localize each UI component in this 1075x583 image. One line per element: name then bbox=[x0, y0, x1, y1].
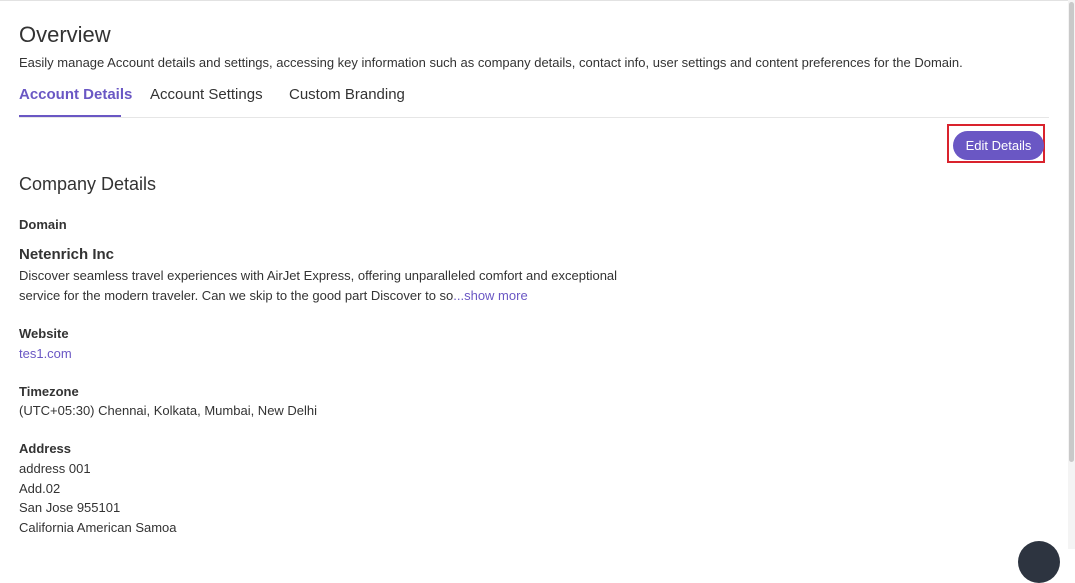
address-line: San Jose 955101 bbox=[19, 500, 121, 515]
tab-custom-branding[interactable]: Custom Branding bbox=[289, 86, 405, 104]
timezone-label: Timezone bbox=[19, 384, 79, 399]
company-details-heading: Company Details bbox=[19, 174, 157, 194]
address-label: Address bbox=[19, 441, 72, 456]
tab-account-details[interactable]: Account Details bbox=[19, 86, 132, 104]
edit-details-button[interactable]: Edit Details bbox=[953, 131, 1044, 160]
tab-account-settings[interactable]: Account Settings bbox=[150, 86, 263, 104]
vertical-scrollbar[interactable] bbox=[1068, 0, 1075, 549]
scrollbar-thumb[interactable] bbox=[1069, 2, 1074, 462]
website-label: Website bbox=[19, 326, 69, 341]
description-line-2: service for the modern traveler. Can we … bbox=[19, 288, 454, 303]
company-description: Discover seamless travel experiences wit… bbox=[19, 266, 619, 306]
page-subtitle: Easily manage Account details and settin… bbox=[19, 55, 963, 70]
description-line-1: Discover seamless travel experiences wit… bbox=[19, 268, 618, 283]
top-divider bbox=[0, 0, 1068, 1]
address-line: Add.02 bbox=[19, 481, 61, 496]
company-name: Netenrich Inc bbox=[19, 246, 115, 263]
address-line: California American Samoa bbox=[19, 520, 177, 535]
show-more-link[interactable]: ...show more bbox=[453, 288, 527, 303]
tab-bar: Account Details Account Settings Custom … bbox=[19, 83, 1049, 118]
chat-launcher-button[interactable] bbox=[1018, 541, 1060, 583]
website-link[interactable]: tes1.com bbox=[19, 346, 72, 362]
active-tab-indicator bbox=[19, 115, 121, 117]
address-line: address 001 bbox=[19, 461, 91, 476]
domain-label: Domain bbox=[19, 217, 67, 232]
timezone-value: (UTC+05:30) Chennai, Kolkata, Mumbai, Ne… bbox=[19, 403, 318, 418]
page-title: Overview bbox=[19, 22, 111, 47]
